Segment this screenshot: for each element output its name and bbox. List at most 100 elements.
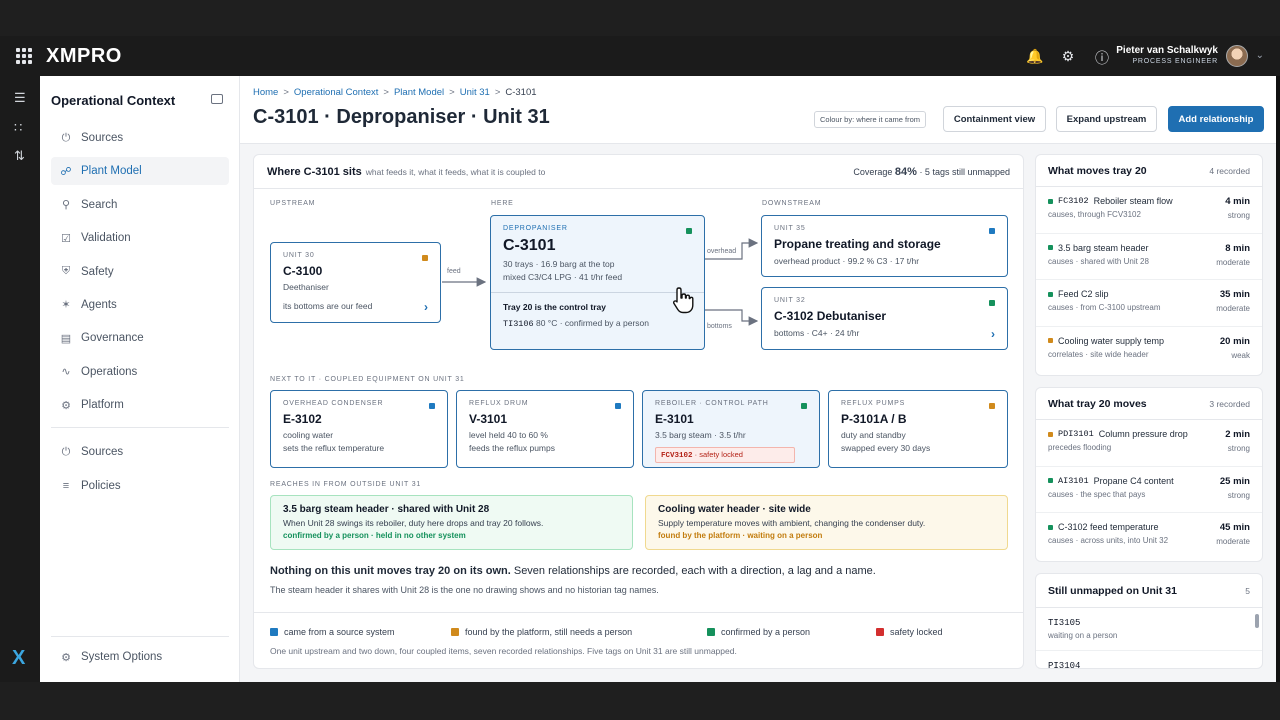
containment-view-button[interactable]: Containment view <box>943 106 1046 132</box>
reaches-label: REACHES IN FROM OUTSIDE UNIT 31 <box>270 481 422 488</box>
list-item[interactable]: Feed C2 slip causes · from C-3100 upstre… <box>1036 280 1262 327</box>
sidebar-item-search[interactable]: ⚲ Search <box>51 191 229 219</box>
list-item[interactable]: FC3102 Reboiler steam flow causes, throug… <box>1036 187 1262 234</box>
scrollbar[interactable] <box>1255 614 1259 628</box>
sidebar-item-label: Policies <box>81 479 121 492</box>
menu-icon[interactable]: ☰ <box>14 90 26 106</box>
upstream-node-c3100[interactable]: UNIT 30 C-3100 Deethaniser its bottoms a… <box>270 242 441 323</box>
list-item[interactable]: PDI3101 Column pressure drop precedes flo… <box>1036 420 1262 467</box>
coupled-node-v3101[interactable]: REFLUX DRUM V-3101 level held 40 to 60 %… <box>456 390 634 468</box>
list-item[interactable]: PI3104 <box>1036 651 1262 669</box>
add-relationship-button[interactable]: Add relationship <box>1168 106 1264 132</box>
sliders-icon[interactable]: ∷ <box>14 120 22 136</box>
control-tag-line: TI3106 80 °C · confirmed by a person <box>503 317 692 331</box>
chevron-right-icon[interactable]: › <box>991 327 995 341</box>
downstream-node-unit35[interactable]: UNIT 35 Propane treating and storage ove… <box>761 215 1008 277</box>
unmapped-count: 5 <box>1245 585 1250 596</box>
chevron-down-icon[interactable]: ⌄ <box>1256 50 1264 61</box>
chevron-right-icon[interactable]: › <box>424 300 428 314</box>
sidebar-item-agents[interactable]: ✶ Agents <box>51 291 229 319</box>
status-badge-platform <box>989 403 995 409</box>
node-kicker: DEPROPANISER <box>503 225 568 232</box>
breadcrumb-unit-31[interactable]: Unit 31 <box>460 87 490 98</box>
xmpro-logo: XMPRO <box>46 45 122 67</box>
status-badge-person <box>1048 245 1053 250</box>
list-item[interactable]: 3.5 barg steam header causes · shared wi… <box>1036 234 1262 280</box>
reach-title: 3.5 barg steam header · shared with Unit… <box>283 504 490 515</box>
list-item[interactable]: TI3105 waiting on a person <box>1036 608 1262 651</box>
sidebar-item-label: Governance <box>81 332 144 345</box>
breadcrumb: Home > Operational Context > Plant Model > … <box>253 87 537 98</box>
reach-title: Cooling water header · site wide <box>658 504 811 515</box>
colour-by-select[interactable]: Colour by: where it came from <box>814 111 927 128</box>
expand-upstream-button[interactable]: Expand upstream <box>1056 106 1157 132</box>
coupled-node-e3102[interactable]: OVERHEAD CONDENSER E-3102 cooling water … <box>270 390 448 468</box>
document-icon: ▤ <box>60 332 72 345</box>
sidebar-item-label: Sources <box>81 446 124 459</box>
sidebar-item-platform[interactable]: ⚙ Platform <box>51 391 229 419</box>
list-item[interactable]: C-3102 feed temperature causes · across … <box>1036 513 1262 560</box>
sort-icon[interactable]: ⇅ <box>14 148 25 164</box>
breadcrumb-sep: > <box>449 87 455 98</box>
status-badge-person <box>1048 478 1053 483</box>
pulse-icon: ∿ <box>61 366 71 379</box>
collapse-sidebar-icon[interactable] <box>211 94 223 104</box>
user-info[interactable]: Pieter van Schalkwyk PROCESS ENGINEER <box>1116 45 1218 65</box>
panel-title: What moves tray 20 <box>1048 164 1147 177</box>
coupled-node-e3101[interactable]: REBOILER · CONTROL PATH E-3101 3.5 barg … <box>642 390 820 468</box>
here-node-c3101[interactable]: DEPROPANISER C-3101 30 trays · 16.9 barg… <box>490 215 705 350</box>
breadcrumb-home[interactable]: Home <box>253 87 278 98</box>
sidebar-item-label: Sources <box>81 132 124 144</box>
reach-steam-header[interactable]: 3.5 barg steam header · shared with Unit… <box>270 495 633 550</box>
shield-icon: ⛨ <box>61 265 71 278</box>
item-lag: 4 min <box>1225 196 1250 207</box>
summary-bold: Nothing on this unit moves tray 20 on it… <box>270 565 511 577</box>
sidebar-item-validation[interactable]: ☑ Validation <box>51 224 229 252</box>
sidebar-item-sources[interactable]: ⏻ Sources <box>51 124 229 152</box>
item-lag: 25 min <box>1219 475 1250 487</box>
sidebar-item-safety[interactable]: ⛨ Safety <box>51 258 229 286</box>
item-lag: 45 min <box>1219 522 1250 533</box>
gear-icon: ⚙ <box>61 399 71 412</box>
recorded-count: 3 recorded <box>1209 398 1250 409</box>
tag-code: TI3105 <box>1048 618 1081 628</box>
sidebar-item-sources-2[interactable]: ⏻ Sources <box>51 438 229 466</box>
sidebar-item-plant-model[interactable]: ☍ Plant Model <box>51 157 229 186</box>
downstream-node-c3102[interactable]: UNIT 32 C-3102 Debutaniser bottoms · C4+… <box>761 287 1008 350</box>
item-strength: weak <box>1231 350 1250 360</box>
status-badge-source <box>989 228 995 234</box>
tag-fcv3102[interactable]: FCV3102 <box>661 452 693 460</box>
footer-text: One unit upstream and two down, four cou… <box>270 646 737 656</box>
reach-cooling-water[interactable]: Cooling water header · site wide Supply … <box>645 495 1008 550</box>
breadcrumb-plant-model[interactable]: Plant Model <box>394 87 444 98</box>
sidebar-item-system-options[interactable]: ⚙ System Options <box>51 643 229 671</box>
breadcrumb-operational-context[interactable]: Operational Context <box>294 87 379 98</box>
list-item[interactable]: Cooling water supply temp correlates · s… <box>1036 327 1262 374</box>
status-badge-source <box>615 403 621 409</box>
avatar[interactable] <box>1226 45 1248 67</box>
lines-icon: ≡ <box>62 479 70 492</box>
sidebar-title: Operational Context <box>51 93 176 108</box>
left-rail: ☰ ∷ ⇅ X <box>0 76 40 682</box>
item-strength: moderate <box>1216 537 1250 546</box>
breadcrumb-sep: > <box>383 87 389 98</box>
app-grid-icon[interactable] <box>16 48 32 64</box>
sidebar-item-governance[interactable]: ▤ Governance <box>51 324 229 352</box>
help-icon[interactable]: ⓘ <box>1094 48 1110 68</box>
gear-icon[interactable]: ⚙ <box>1060 48 1076 68</box>
node-line1: 3.5 barg steam · 3.5 t/hr <box>655 430 746 440</box>
node-line2: sets the reflux temperature <box>283 443 385 453</box>
coupled-node-p3101[interactable]: REFLUX PUMPS P-3101A / B duty and standb… <box>828 390 1008 468</box>
item-sub: correlates · site wide header <box>1048 349 1149 359</box>
hand-cursor-icon <box>672 287 694 314</box>
sidebar-item-policies[interactable]: ≡ Policies <box>51 472 229 500</box>
legend: came from a source system found by the p… <box>254 612 1023 637</box>
bell-icon[interactable]: 🔔 <box>1026 48 1043 68</box>
tag-code: PI3104 <box>1048 661 1081 669</box>
sidebar-item-operations[interactable]: ∿ Operations <box>51 358 229 386</box>
panel-header: What moves tray 20 4 recorded <box>1036 155 1262 187</box>
tag-ti3106[interactable]: TI3106 <box>503 319 534 329</box>
node-desc: overhead product · 99.2 % C3 · 17 t/hr <box>774 256 920 266</box>
list-item[interactable]: AI3101 Propane C4 content causes · the sp… <box>1036 467 1262 513</box>
node-desc: bottoms · C4+ · 24 t/hr <box>774 328 860 338</box>
